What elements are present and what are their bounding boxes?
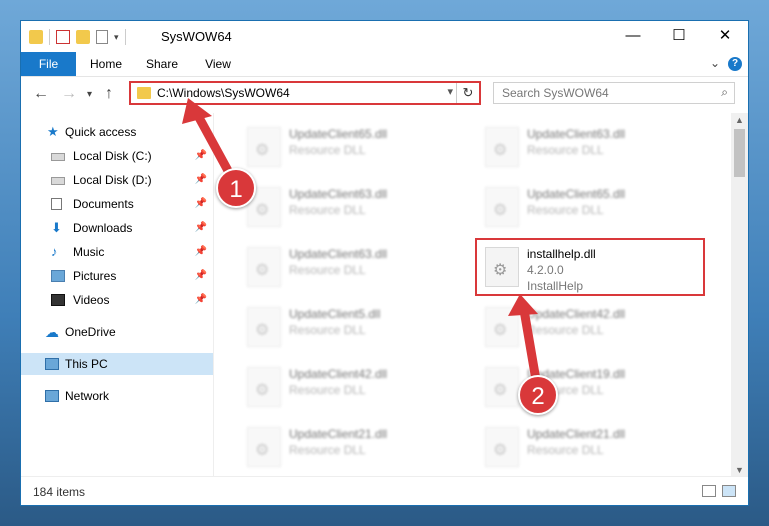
minimize-button[interactable]: — <box>610 21 656 52</box>
file-item[interactable]: ⚙ UpdateClient65.dll Resource DLL <box>241 121 461 169</box>
pin-icon: 📌 <box>194 270 207 281</box>
file-item[interactable]: ⚙ UpdateClient19.dll Resource DLL <box>479 361 699 409</box>
file-item[interactable]: ⚙ UpdateClient5.dll Resource DLL <box>241 301 461 349</box>
file-explorer-window: ▾ SysWOW64 — ☐ ✕ File Home Share View ⌄ … <box>20 20 749 506</box>
file-item[interactable]: ⚙ UpdateClient63.dll Resource DLL <box>241 241 461 289</box>
sidebar-item-onedrive[interactable]: ☁ OneDrive <box>21 321 213 343</box>
back-button[interactable]: ← <box>33 85 49 103</box>
close-button[interactable]: ✕ <box>702 21 748 52</box>
window-title: SysWOW64 <box>161 29 232 44</box>
up-button[interactable]: ↑ <box>105 85 113 103</box>
sidebar-item-local-disk-d[interactable]: Local Disk (D:) 📌 <box>21 169 213 191</box>
pin-icon: 📌 <box>194 246 207 257</box>
drive-icon <box>51 153 65 161</box>
dll-file-icon: ⚙ <box>247 127 281 167</box>
tab-view[interactable]: View <box>193 52 243 76</box>
quick-access-toolbar: ▾ <box>29 29 126 45</box>
search-input[interactable]: Search SysWOW64 ⌕ <box>493 82 735 104</box>
details-view-icon[interactable] <box>702 485 716 497</box>
title-bar: ▾ SysWOW64 — ☐ ✕ <box>21 21 748 52</box>
sidebar-item-network[interactable]: Network <box>21 385 213 407</box>
item-count: 184 items <box>33 485 86 499</box>
network-icon <box>45 390 59 402</box>
sidebar-item-music[interactable]: ♪ Music 📌 <box>21 241 213 263</box>
dll-file-icon: ⚙ <box>247 427 281 467</box>
dll-file-icon: ⚙ <box>485 127 519 167</box>
tab-share[interactable]: Share <box>137 52 187 76</box>
folder-icon <box>29 30 43 44</box>
scroll-up-icon[interactable]: ▲ <box>735 115 744 125</box>
pin-icon: 📌 <box>194 198 207 209</box>
maximize-button[interactable]: ☐ <box>656 21 702 52</box>
dll-file-icon: ⚙ <box>247 307 281 347</box>
video-icon <box>51 294 65 306</box>
installhelp-highlight-box <box>475 238 705 296</box>
file-item[interactable]: ⚙ UpdateClient63.dll Resource DLL <box>241 181 461 229</box>
step-badge-1: 1 <box>216 168 256 208</box>
ribbon-tabs: File Home Share View ⌄ ? <box>21 52 748 77</box>
sidebar-item-this-pc[interactable]: This PC <box>21 353 213 375</box>
folder-icon <box>137 87 151 99</box>
address-bar[interactable]: C:\Windows\SysWOW64 ▾ ↻ <box>129 81 481 105</box>
document-icon <box>51 198 62 210</box>
file-item[interactable]: ⚙ UpdateClient65.dll Resource DLL <box>479 181 699 229</box>
sidebar-item-downloads[interactable]: ⬇ Downloads 📌 <box>21 217 213 239</box>
sidebar-item-local-disk-c[interactable]: Local Disk (C:) 📌 <box>21 145 213 167</box>
file-item[interactable]: ⚙ UpdateClient21.dll Resource DLL <box>241 421 461 469</box>
sidebar-item-quick-access[interactable]: ★ Quick access <box>21 121 213 143</box>
recent-locations-button[interactable]: ▾ <box>87 89 92 100</box>
file-item[interactable]: ⚙ UpdateClient42.dll Resource DLL <box>241 361 461 409</box>
download-icon: ⬇ <box>51 220 62 235</box>
music-icon: ♪ <box>51 244 58 259</box>
address-path[interactable]: C:\Windows\SysWOW64 <box>157 86 290 100</box>
large-icons-view-icon[interactable] <box>722 485 736 497</box>
search-icon[interactable]: ⌕ <box>721 85 728 100</box>
drive-icon <box>51 177 65 185</box>
dll-file-icon: ⚙ <box>485 187 519 227</box>
status-bar: 184 items <box>21 476 748 505</box>
step-badge-2: 2 <box>518 375 558 415</box>
scrollbar-thumb[interactable] <box>734 129 745 177</box>
new-folder-icon[interactable] <box>76 30 90 44</box>
help-icon[interactable]: ? <box>728 57 742 71</box>
pin-icon: 📌 <box>194 150 207 161</box>
tab-home[interactable]: Home <box>81 52 131 76</box>
forward-button[interactable]: → <box>61 85 77 103</box>
dll-file-icon: ⚙ <box>485 307 519 347</box>
sidebar-item-videos[interactable]: Videos 📌 <box>21 289 213 311</box>
file-item[interactable]: ⚙ UpdateClient21.dll Resource DLL <box>479 421 699 469</box>
sidebar-item-pictures[interactable]: Pictures 📌 <box>21 265 213 287</box>
tab-file[interactable]: File <box>21 52 76 76</box>
pin-icon: 📌 <box>194 294 207 305</box>
computer-icon <box>45 358 59 370</box>
sidebar-item-documents[interactable]: Documents 📌 <box>21 193 213 215</box>
chevron-down-icon[interactable]: ▾ <box>447 85 453 98</box>
pictures-icon <box>51 270 65 282</box>
file-item[interactable]: ⚙ UpdateClient42.dll Resource DLL <box>479 301 699 349</box>
refresh-button[interactable]: ↻ <box>456 83 479 103</box>
pin-icon: 📌 <box>194 174 207 185</box>
dll-file-icon: ⚙ <box>247 247 281 287</box>
file-item[interactable]: ⚙ UpdateClient63.dll Resource DLL <box>479 121 699 169</box>
properties-icon[interactable] <box>56 30 70 44</box>
dll-file-icon: ⚙ <box>485 427 519 467</box>
cloud-icon: ☁ <box>45 324 59 340</box>
navigation-bar: ← → ▾ ↑ C:\Windows\SysWOW64 ▾ ↻ Search S… <box>21 77 748 111</box>
star-icon: ★ <box>47 124 59 139</box>
navigation-pane: ★ Quick access Local Disk (C:) 📌 Local D… <box>21 113 214 477</box>
pin-icon: 📌 <box>194 222 207 233</box>
expand-ribbon-icon[interactable]: ⌄ <box>710 56 720 70</box>
customize-toolbar-icon[interactable] <box>96 30 108 44</box>
vertical-scrollbar[interactable]: ▲ ▼ <box>731 113 748 477</box>
chevron-down-icon[interactable]: ▾ <box>114 32 119 43</box>
search-placeholder: Search SysWOW64 <box>502 86 609 100</box>
dll-file-icon: ⚙ <box>485 367 519 407</box>
dll-file-icon: ⚙ <box>247 367 281 407</box>
scroll-down-icon[interactable]: ▼ <box>735 465 744 475</box>
